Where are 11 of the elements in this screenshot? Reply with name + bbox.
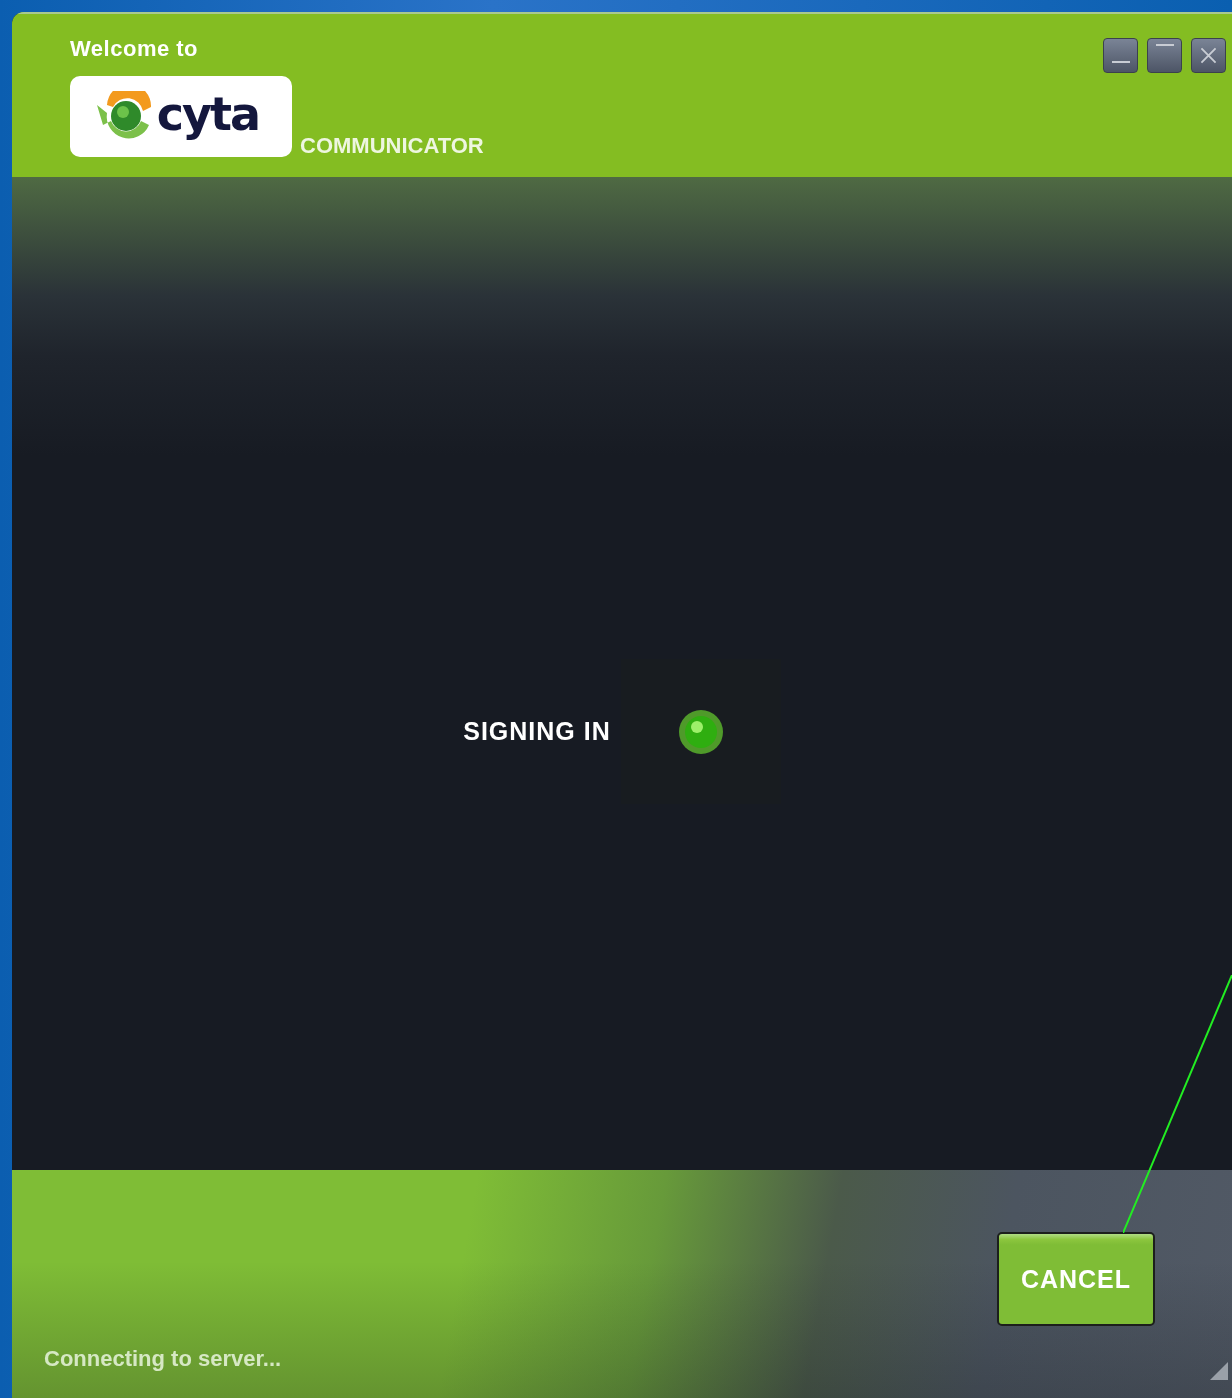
close-button[interactable] [1191,38,1226,73]
welcome-text: Welcome to [70,36,199,62]
status-light-icon [677,708,724,755]
maximize-button[interactable] [1147,38,1182,73]
minimize-icon [1111,61,1130,63]
product-name: COMMUNICATOR [300,133,484,159]
minimize-button[interactable] [1103,38,1138,73]
connection-status: Connecting to server... [44,1346,282,1372]
resize-grip-icon[interactable] [1208,1360,1228,1380]
cancel-button[interactable]: CANCEL [997,1232,1155,1326]
status-label: SIGNING IN [463,717,611,746]
